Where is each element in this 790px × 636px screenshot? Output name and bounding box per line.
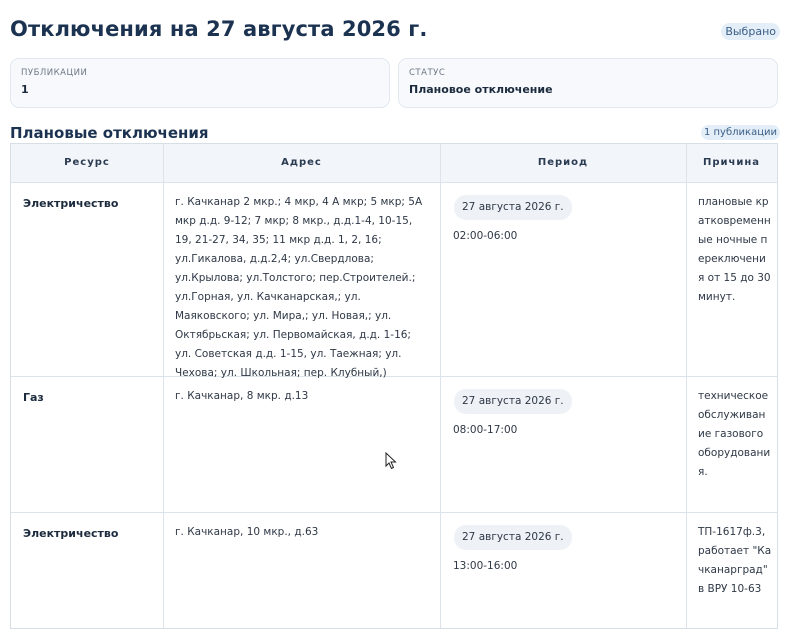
row-1-address: г. Качканар 2 мкр.; 4 мкр, 4 А мкр; 5 мк… (175, 196, 423, 379)
row-1-date-chip: 27 августа 2026 г. (454, 195, 572, 220)
section-title: Плановые отключения (10, 124, 209, 142)
status-value: Плановое отключение (409, 83, 553, 96)
row-2-address: г. Качканар, 8 мкр. д.13 (175, 390, 309, 402)
header-address: Адрес (281, 157, 322, 168)
row-3-time: 13:00-16:00 (453, 560, 518, 572)
row-3-reason: ТП-1617ф.3, работает "Качканарград" в ВР… (698, 526, 772, 595)
row-1-resource: Электричество (23, 197, 119, 210)
row-1-reason: плановые кратковременные ночные переключ… (698, 196, 771, 303)
publications-card: Публикации 1 (10, 58, 390, 108)
row-3-date-chip: 27 августа 2026 г. (454, 525, 572, 550)
row-2-reason: техническое обслуживание газового оборуд… (698, 390, 771, 478)
header-period: Период (537, 157, 589, 168)
row-1-time: 02:00-06:00 (453, 230, 518, 242)
selected-badge[interactable]: Выбрано (721, 23, 780, 40)
mouse-pointer-icon (385, 452, 397, 470)
publications-caption: Публикации (21, 68, 88, 78)
status-caption: Статус (409, 68, 446, 78)
row-2-time: 08:00-17:00 (453, 424, 518, 436)
status-card: Статус Плановое отключение (398, 58, 778, 108)
publications-count-badge[interactable]: 1 публикации (700, 125, 780, 140)
row-2-date-chip: 27 августа 2026 г. (454, 389, 572, 414)
outages-table: Ресурс Адрес Период Причина Электричеств… (10, 143, 778, 629)
publications-value: 1 (21, 83, 29, 96)
row-2-resource: Газ (23, 391, 44, 404)
row-3-address: г. Качканар, 10 мкр., д.63 (175, 526, 319, 538)
header-reason: Причина (702, 157, 761, 168)
row-3-resource: Электричество (23, 527, 119, 540)
page-title: Отключения на 27 августа 2026 г. (10, 17, 428, 41)
header-resource: Ресурс (64, 157, 110, 168)
